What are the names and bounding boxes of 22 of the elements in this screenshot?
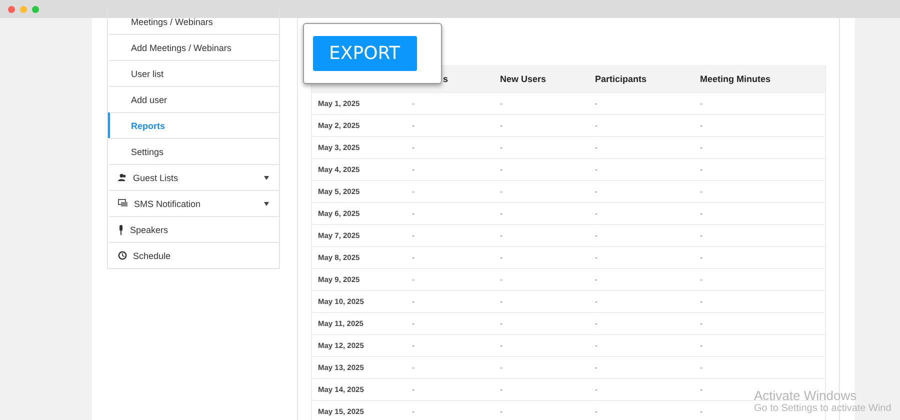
clock-icon	[118, 251, 127, 260]
sidebar-item[interactable]: User list	[108, 60, 279, 86]
close-icon[interactable]	[8, 6, 15, 12]
maximize-icon[interactable]	[32, 6, 39, 12]
column-header: Participants	[594, 74, 647, 84]
users-icon	[118, 173, 127, 182]
sidebar-item[interactable]: SMS Notification	[108, 190, 279, 216]
sidebar-item[interactable]: Schedule	[108, 242, 279, 268]
chat-icon	[118, 199, 128, 208]
sidebar-item[interactable]: Add Meetings / Webinars	[108, 34, 279, 60]
sidebar-item[interactable]: Add user	[108, 86, 279, 112]
sidebar-item[interactable]: Speakers	[108, 216, 279, 242]
sidebar-item[interactable]: Guest Lists	[108, 164, 279, 190]
sidebar-item[interactable]: Meetings / Webinars	[108, 9, 279, 34]
activation-notice-title: Activate Windows	[754, 388, 858, 403]
column-header: New Users	[499, 74, 546, 84]
activation-notice-text: Go to Settings to activate Wind	[754, 403, 892, 414]
column-header: Meeting Minutes	[699, 74, 771, 84]
microphone-icon	[118, 224, 124, 234]
sidebar-item[interactable]: Settings	[108, 138, 279, 164]
column-header: s	[442, 74, 448, 84]
minimize-icon[interactable]	[20, 6, 27, 12]
